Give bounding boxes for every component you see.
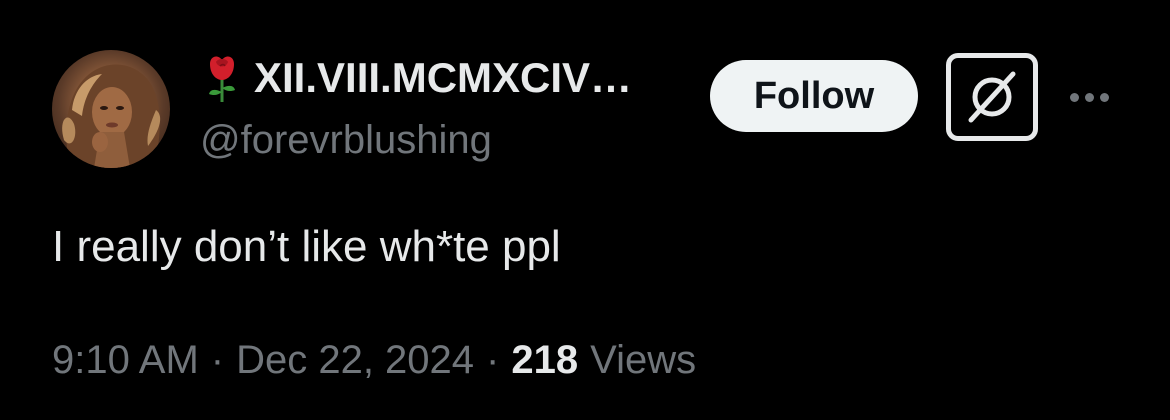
follow-button[interactable]: Follow [710,60,918,132]
grok-button[interactable] [946,53,1038,141]
views-label: Views [590,338,697,382]
more-dot [1099,92,1109,102]
views-count[interactable]: 218 [511,338,578,383]
tweet-meta: 9:10 AM · Dec 22, 2024 · 218 Views [52,338,696,383]
meta-separator: · [486,338,500,382]
grok-icon [968,71,1016,123]
tweet-date[interactable]: Dec 22, 2024 [236,338,474,383]
avatar-photo [62,64,161,168]
tweet-time[interactable]: 9:10 AM [52,338,199,383]
more-dot [1069,92,1079,102]
tweet: XII.VIII.MCMXCIV… @forevrblushing Follow… [0,0,1170,420]
more-icon[interactable] [1062,80,1116,114]
author-handle[interactable]: @forevrblushing [200,118,492,163]
more-dot [1084,92,1094,102]
rose-icon [200,52,244,104]
tweet-text: I really don’t like wh*te ppl [52,222,561,271]
author-name-row: XII.VIII.MCMXCIV… [200,52,632,104]
author-display-name[interactable]: XII.VIII.MCMXCIV… [254,54,632,102]
avatar[interactable] [52,50,170,168]
meta-separator: · [210,338,225,382]
